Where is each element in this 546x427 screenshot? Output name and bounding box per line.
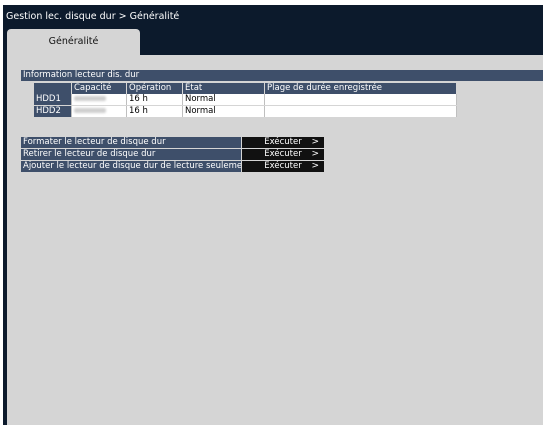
hdd-state: Normal	[182, 94, 265, 106]
column-header-blank	[34, 83, 72, 94]
remove-hdd-row: Retirer le lecteur de disque dur Exécute…	[21, 149, 541, 160]
settings-panel: Information lecteur dis. dur Capacité Op…	[7, 55, 543, 425]
execute-label: Exécuter	[264, 149, 302, 159]
hdd-state: Normal	[182, 105, 265, 118]
table-row: HDD1 16 h Normal	[34, 94, 457, 106]
window-title: Gestion lec. disque dur > Généralité	[6, 11, 180, 22]
hdd-recorded-range	[264, 105, 457, 118]
redacted-capacity	[74, 108, 106, 113]
add-readonly-hdd-label: Ajouter le lecteur de disque dur de lect…	[21, 161, 241, 172]
hdd-operation: 16 h	[126, 105, 183, 118]
execute-label: Exécuter	[264, 137, 302, 147]
column-header-recorded-range: Plage de durée enregistrée	[264, 83, 457, 94]
hdd-name: HDD1	[34, 94, 72, 106]
chevron-right-icon: >	[311, 137, 319, 147]
remove-hdd-execute-button[interactable]: Exécuter >	[242, 149, 324, 160]
add-readonly-hdd-execute-button[interactable]: Exécuter >	[242, 161, 324, 172]
tab-generalite[interactable]: Généralité	[7, 29, 140, 55]
add-readonly-hdd-row: Ajouter le lecteur de disque dur de lect…	[21, 161, 541, 172]
chevron-right-icon: >	[311, 161, 319, 171]
format-hdd-execute-button[interactable]: Exécuter >	[242, 137, 324, 148]
redacted-capacity	[74, 96, 106, 101]
hdd-info-section-title: Information lecteur dis. dur	[21, 70, 543, 81]
hdd-info-table: Capacité Opération État Plage de durée e…	[34, 83, 457, 118]
execute-label: Exécuter	[264, 161, 302, 171]
format-hdd-row: Formater le lecteur de disque dur Exécut…	[21, 137, 541, 148]
main-window: Gestion lec. disque dur > Généralité Gén…	[3, 5, 543, 425]
column-header-capacity: Capacité	[71, 83, 127, 94]
table-row: HDD2 16 h Normal	[34, 105, 457, 118]
hdd-capacity	[71, 105, 127, 118]
remove-hdd-label: Retirer le lecteur de disque dur	[21, 149, 241, 160]
column-header-state: État	[182, 83, 265, 94]
hdd-name: HDD2	[34, 105, 72, 118]
hdd-operation: 16 h	[126, 94, 183, 106]
chevron-right-icon: >	[311, 149, 319, 159]
hdd-capacity	[71, 94, 127, 106]
table-header-row: Capacité Opération État Plage de durée e…	[34, 83, 457, 94]
format-hdd-label: Formater le lecteur de disque dur	[21, 137, 241, 148]
column-header-operation: Opération	[126, 83, 183, 94]
hdd-recorded-range	[264, 94, 457, 106]
